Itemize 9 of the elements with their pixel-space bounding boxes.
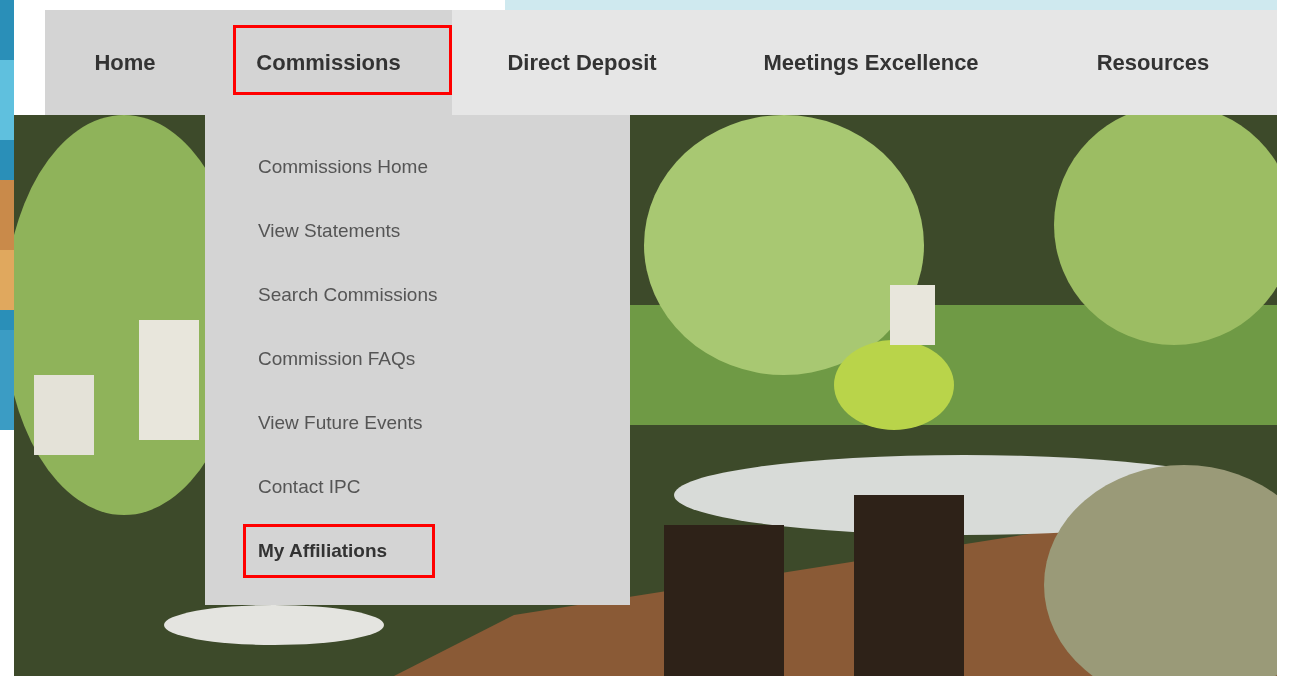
menu-item[interactable]: Commission FAQs bbox=[258, 345, 416, 373]
menu-item[interactable]: View Statements bbox=[258, 217, 401, 245]
menu-item[interactable]: View Future Events bbox=[258, 409, 423, 437]
nav-tab[interactable]: Commissions bbox=[205, 10, 452, 115]
menu-item[interactable]: Search Commissions bbox=[258, 281, 438, 309]
menu-item[interactable]: Commissions Home bbox=[258, 153, 428, 181]
menu-item[interactable]: My Affiliations bbox=[258, 537, 388, 565]
nav-tab[interactable]: Home bbox=[45, 10, 205, 115]
menu-item[interactable]: Contact IPC bbox=[258, 473, 361, 501]
